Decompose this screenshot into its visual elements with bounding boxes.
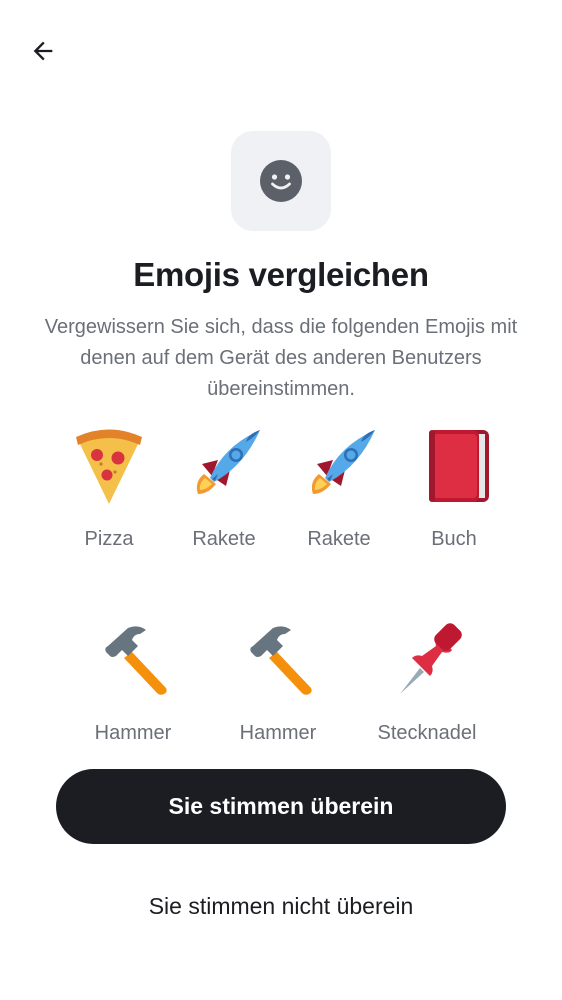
emoji-label: Rakete xyxy=(307,528,371,550)
hammer-icon xyxy=(250,626,312,695)
emoji-label: Hammer xyxy=(239,722,317,744)
emoji-label: Rakete xyxy=(192,528,256,550)
emoji-item: Pizza xyxy=(59,428,159,552)
hammer-icon xyxy=(105,626,167,695)
deny-match-button[interactable]: Sie stimmen nicht überein xyxy=(56,870,506,942)
confirm-match-button[interactable]: Sie stimmen überein xyxy=(56,769,506,844)
emoji-item: Buch xyxy=(404,428,504,552)
emoji-label: Buch xyxy=(431,528,477,550)
page-title: Emojis vergleichen xyxy=(133,256,429,293)
emoji-item: Rakete xyxy=(174,428,274,552)
emoji-verification-screen: Emojis vergleichen Vergewissern Sie sich… xyxy=(0,0,562,1000)
rocket-icon xyxy=(196,430,260,494)
emoji-label: Pizza xyxy=(84,528,134,550)
emoji-item: Hammer xyxy=(228,622,328,746)
book-icon xyxy=(429,430,489,502)
rocket-icon xyxy=(311,430,375,494)
back-button[interactable] xyxy=(22,30,64,72)
page-description: Vergewissern Sie sich, dass die folgende… xyxy=(44,316,518,400)
emoji-item: Rakete xyxy=(289,428,389,552)
pushpin-icon xyxy=(400,623,462,694)
smiley-icon xyxy=(260,160,302,202)
emoji-label: Stecknadel xyxy=(377,722,477,744)
pizza-icon xyxy=(76,429,142,504)
header-icon-container xyxy=(231,131,331,231)
arrow-left-icon xyxy=(33,41,53,61)
emoji-item: Hammer xyxy=(83,622,183,746)
emoji-label: Hammer xyxy=(94,722,172,744)
emoji-item: Stecknadel xyxy=(377,622,477,746)
